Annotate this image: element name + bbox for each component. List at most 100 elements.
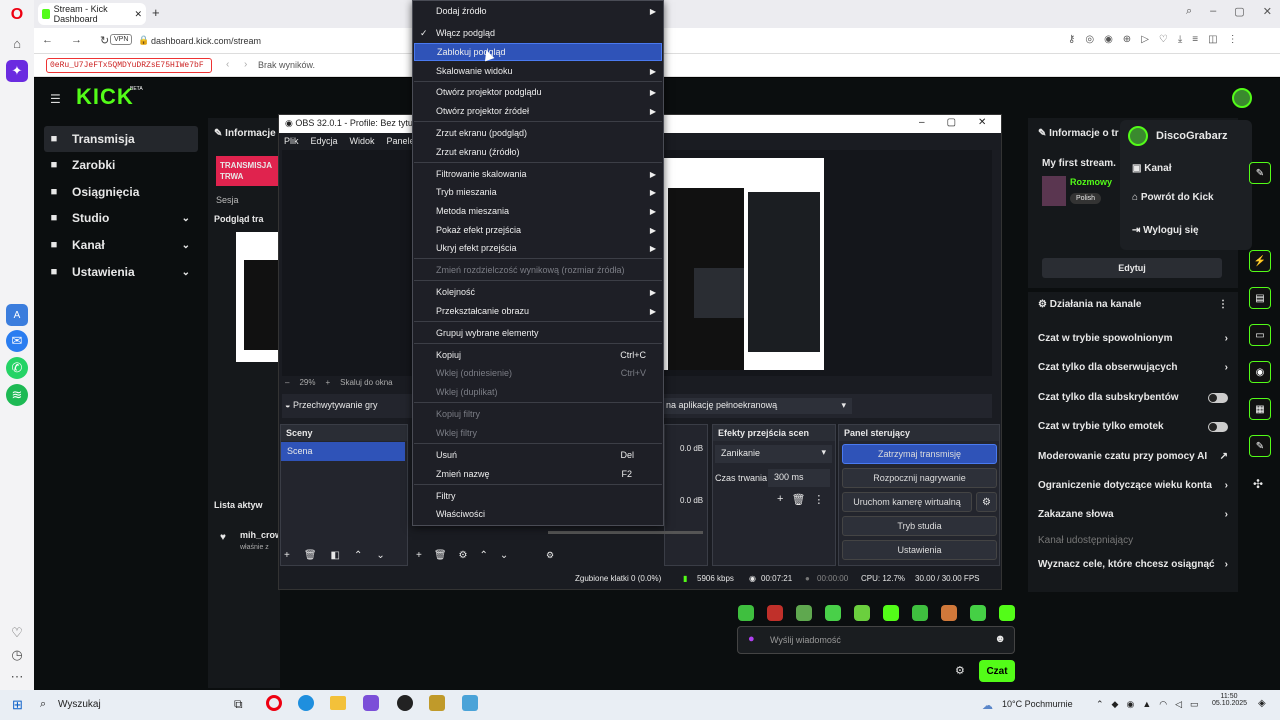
chat-send-button[interactable]: Czat — [979, 660, 1015, 682]
zoom-mode[interactable]: Skaluj do okna — [340, 378, 392, 387]
download-icon[interactable]: ⤓ — [1178, 34, 1182, 45]
nav-item-ustawienia[interactable]: ■ Ustawienia ⌄ — [44, 259, 198, 285]
wifi-icon[interactable]: ◠ — [1159, 699, 1167, 710]
shapes-icon[interactable]: ✣ — [1253, 477, 1263, 491]
heart-icon[interactable]: ♡ — [6, 622, 28, 644]
minimize-icon[interactable]: – — [1210, 5, 1216, 18]
store-icon[interactable]: ▦ — [1249, 398, 1271, 420]
volume-icon[interactable]: ◁ — [1175, 699, 1182, 710]
menu-copy[interactable]: Kopiuj Ctrl+C — [414, 346, 662, 364]
action-banned-words[interactable]: Zakazane słowa › — [1038, 509, 1228, 520]
new-tab-button[interactable]: + — [152, 5, 160, 20]
menu-rename[interactable]: Zmień nazwę F2 — [414, 465, 662, 483]
zoom-icon[interactable]: ⊕ — [1123, 34, 1131, 45]
filter-scene-icon[interactable]: ◧ — [331, 550, 340, 561]
opera-taskbar-icon[interactable] — [266, 695, 282, 711]
add-transition-icon[interactable]: + — [777, 493, 783, 506]
menu-blend-method[interactable]: Metoda mieszania ▶ — [414, 202, 662, 220]
menu-delete[interactable]: Usuń Del — [414, 446, 662, 464]
menu-screenshot-preview[interactable]: Zrzut ekranu (podgląd) — [414, 124, 662, 142]
obs-taskbar-icon[interactable] — [397, 695, 413, 711]
menu-item-logout[interactable]: ⇥ Wyloguj się — [1132, 225, 1199, 236]
url-field[interactable]: dashboard.kick.com/stream — [151, 36, 261, 46]
menu-show-transition[interactable]: Pokaż efekt przejścia ▶ — [414, 221, 662, 239]
menu-blend-mode[interactable]: Tryb mieszania ▶ — [414, 183, 662, 201]
file-explorer-icon[interactable] — [330, 696, 346, 710]
translate-icon[interactable]: A — [6, 304, 28, 326]
obs-menu-plik[interactable]: Plik — [284, 136, 299, 146]
app-icon[interactable] — [363, 695, 379, 711]
menu-screenshot-source[interactable]: Zrzut ekranu (źródło) — [414, 143, 662, 161]
stop-stream-button[interactable]: Zatrzymaj transmisję — [842, 444, 997, 464]
action-followers-only[interactable]: Czat tylko dla obserwujących › — [1038, 362, 1228, 373]
kick-logo[interactable]: KICK — [76, 84, 134, 110]
close-tab-icon[interactable]: ✕ — [134, 9, 142, 20]
studio-mode-button[interactable]: Tryb studia — [842, 516, 997, 536]
close-window-icon[interactable]: ✕ — [1263, 5, 1272, 18]
emote-icon[interactable] — [999, 605, 1015, 621]
weather-text[interactable]: 10°C Pochmurnie — [1002, 699, 1073, 709]
edit-button[interactable]: Edytuj — [1042, 258, 1222, 278]
action-emote-only[interactable]: Czat w trybie tylko emotek — [1038, 421, 1228, 432]
task-view-icon[interactable]: ⧉ — [234, 697, 243, 712]
obs-menu-widok[interactable]: Widok — [350, 136, 375, 146]
history-icon[interactable]: ◷ — [6, 644, 28, 666]
taskbar-search[interactable]: Wyszukaj — [58, 699, 101, 710]
obs-maximize-icon[interactable]: ▢ — [947, 117, 956, 128]
clipboard-icon[interactable]: ▤ — [1249, 287, 1271, 309]
whatsapp-icon[interactable]: ✆ — [6, 357, 28, 379]
aria-icon[interactable]: ✦ — [6, 60, 28, 82]
source-down-icon[interactable]: ⌄ — [500, 550, 508, 561]
more-icon[interactable]: ⋯ — [6, 666, 28, 688]
menu-order[interactable]: Kolejność ▶ — [414, 283, 662, 301]
delete-transition-icon[interactable]: 🗑 — [791, 493, 805, 506]
emote-icon[interactable] — [796, 605, 812, 621]
source-props-icon[interactable]: ⚙ — [459, 550, 468, 561]
action-slow-mode[interactable]: Czat w trybie spowolnionym › — [1038, 333, 1228, 344]
zoom-in-icon[interactable]: + — [325, 378, 330, 387]
forward-icon[interactable]: → — [71, 34, 82, 47]
hamburger-menu-icon[interactable]: ☰ — [50, 92, 61, 106]
obs-menu-panele[interactable]: Panele — [387, 136, 415, 146]
clock[interactable]: 11:50 05.10.2025 — [1212, 693, 1247, 707]
action-account-age[interactable]: Ograniczenie dotyczące wieku konta › — [1038, 480, 1228, 491]
nav-item-transmisja[interactable]: ■ Transmisja — [44, 126, 198, 152]
heart-save-icon[interactable]: ♡ — [1159, 34, 1168, 45]
app3-icon[interactable] — [462, 695, 478, 711]
bolt-icon[interactable]: ⚡ — [1249, 250, 1271, 272]
add-source-icon[interactable]: + — [416, 550, 422, 561]
find-input[interactable]: 0eRu_U7JeFTx5QMDYuDRZsE75HIWe7bF — [46, 58, 212, 73]
action-goals[interactable]: Wyznacz cele, które chcesz osiągnąć › — [1038, 559, 1228, 570]
obs-close-icon[interactable]: ✕ — [978, 117, 986, 128]
delete-scene-icon[interactable]: 🗑 — [304, 550, 317, 561]
reload-icon[interactable]: ↻ — [100, 34, 109, 47]
volume-slider[interactable] — [548, 531, 703, 534]
zoom-out-icon[interactable]: – — [285, 378, 289, 387]
spotify-icon[interactable]: ≋ — [6, 384, 28, 406]
menu-icon[interactable]: ≡ — [1192, 34, 1198, 45]
taskbar-search-icon[interactable]: ⌕ — [40, 698, 46, 711]
menu-scale-filtering[interactable]: Filtrowanie skalowania ▶ — [414, 165, 662, 183]
lens-icon[interactable]: ◎ — [1085, 34, 1094, 45]
category-tag[interactable]: Rozmowy — [1070, 177, 1112, 187]
scene-item[interactable]: Scena — [281, 442, 405, 461]
subs-only-toggle[interactable] — [1208, 392, 1228, 403]
capture-mode-select[interactable]: na aplikację pełnoekranową ▾ — [664, 398, 852, 414]
cube-icon[interactable]: ◫ — [1208, 34, 1217, 45]
menu-item-back-to-kick[interactable]: ⌂ Powrót do Kick — [1132, 192, 1214, 203]
search-tabs-icon[interactable]: ⌕ — [1186, 5, 1192, 18]
start-recording-button[interactable]: Rozpocznij nagrywanie — [842, 468, 997, 488]
obs-settings-button[interactable]: Ustawienia — [842, 540, 997, 560]
emote-icon[interactable] — [738, 605, 754, 621]
obs-minimize-icon[interactable]: – — [919, 117, 925, 128]
action-ai-moderation[interactable]: Moderowanie czatu przy pomocy AI ↗ — [1038, 451, 1228, 462]
notification-icon[interactable]: ◈ — [1258, 698, 1266, 709]
menu-item-kanal[interactable]: ▣ Kanał — [1132, 163, 1171, 174]
mic-icon[interactable]: ● — [748, 633, 755, 645]
menu-preview-projector[interactable]: Otwórz projektor podglądu ▶ — [414, 83, 662, 101]
menu-source-projector[interactable]: Otwórz projektor źródeł ▶ — [414, 102, 662, 120]
chat-settings-icon[interactable]: ⚙ — [955, 664, 965, 677]
tray-app2-icon[interactable]: ◉ — [1126, 699, 1134, 710]
nav-item-osiagniecia[interactable]: ■ Osiągnięcia — [44, 179, 198, 205]
action-subs-only[interactable]: Czat tylko dla subskrybentów — [1038, 392, 1228, 403]
